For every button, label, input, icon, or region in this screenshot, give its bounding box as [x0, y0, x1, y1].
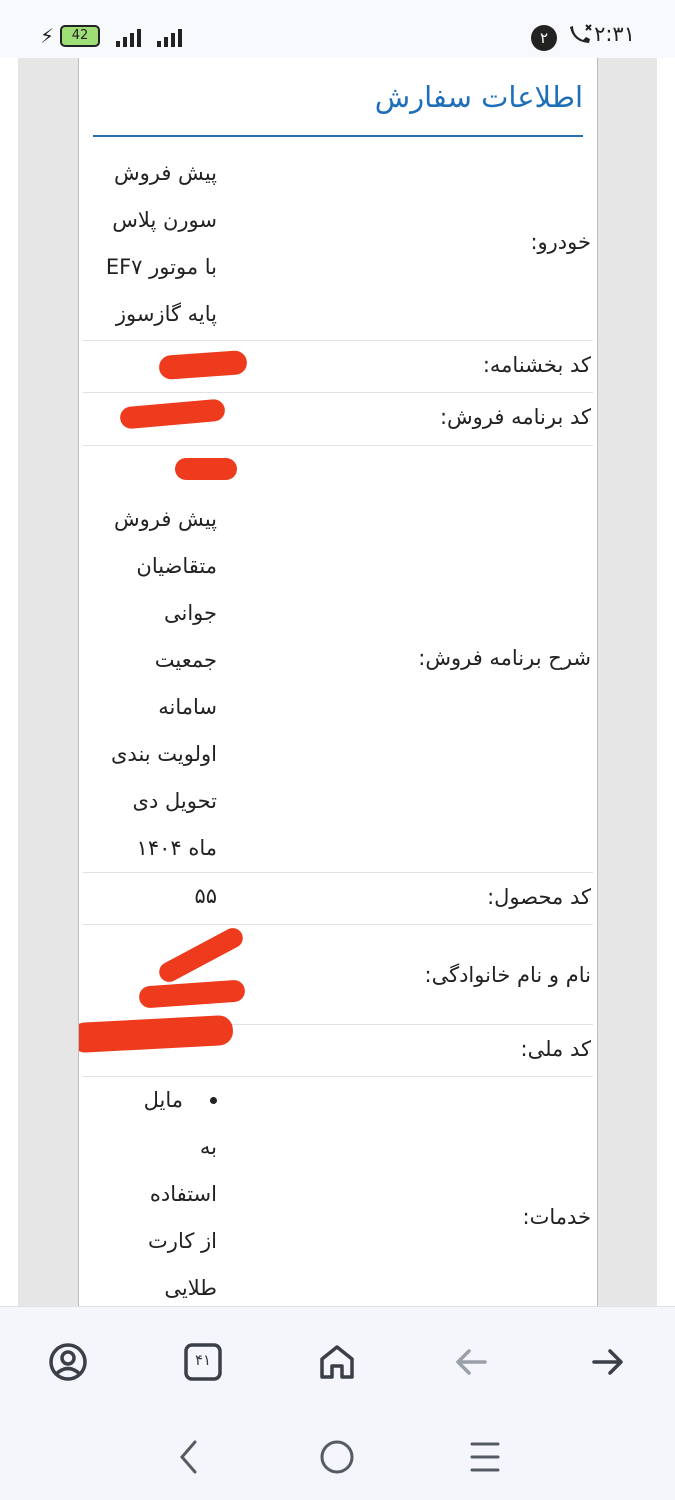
services-value: مایل به استفاده از کارت طلایی — [79, 1077, 217, 1306]
sale-program-description-value: پیش فروش متقاضیان جوانی جمعیت سامانه اول… — [110, 507, 217, 860]
profile-button[interactable] — [43, 1337, 93, 1387]
system-navigation-bar — [0, 1416, 675, 1500]
forward-arrow-icon — [592, 1349, 623, 1375]
forward-button[interactable] — [582, 1337, 632, 1387]
circle-home-icon — [320, 1440, 354, 1474]
tab-count: ۴۱ — [194, 1351, 212, 1369]
signal-icon — [116, 25, 142, 47]
redaction-mark — [158, 349, 248, 381]
status-time: ۲:۳۱ — [594, 22, 635, 46]
list-item: مایل — [79, 1077, 217, 1124]
tabs-button[interactable]: ۴۱ — [178, 1337, 228, 1387]
chevron-left-icon — [180, 1440, 197, 1474]
row-national-id: کد ملی: — [79, 1014, 593, 1077]
row-services: خدمات: مایل به استفاده از کارت طلایی — [83, 1077, 593, 1306]
redaction-mark — [119, 398, 226, 430]
redaction-mark — [175, 458, 237, 480]
product-code-label: کد محصول: — [487, 885, 591, 909]
circular-code-label: کد بخشنامه: — [482, 353, 591, 377]
home-button[interactable] — [312, 1337, 362, 1387]
redaction-mark — [155, 924, 247, 986]
services-label: خدمات: — [522, 1205, 592, 1229]
national-id-label: کد ملی: — [520, 1037, 591, 1061]
row-circular-code: کد بخشنامه: — [83, 341, 593, 393]
recents-icon — [470, 1442, 500, 1472]
car-value: پیش فروش سورن پلاس با موتور EF۷ پایه گاز… — [105, 161, 217, 326]
row-sale-program-description: شرح برنامه فروش: پیش فروش متقاضیان جوانی… — [83, 446, 593, 873]
status-bar: ۲:۳۱ ۲ ⚡ 42 — [0, 0, 675, 58]
car-label: خودرو: — [530, 230, 591, 254]
bullet-icon — [210, 1097, 217, 1104]
system-home-button[interactable] — [312, 1432, 362, 1482]
system-back-button[interactable] — [165, 1432, 215, 1482]
product-code-value: ۵۵ — [194, 884, 217, 908]
call-icon — [569, 22, 595, 49]
row-product-code: کد محصول: ۵۵ — [83, 873, 593, 925]
back-button[interactable] — [447, 1337, 497, 1387]
row-sale-program-code: کد برنامه فروش: — [83, 393, 593, 446]
full-name-label: نام و نام خانوادگی: — [424, 963, 592, 987]
row-full-name: نام و نام خانوادگی: — [83, 924, 593, 1025]
status-left-group: ⚡ 42 — [40, 24, 183, 48]
order-info-card: اطلاعات سفارش خودرو: پیش فروش سورن پلاس … — [78, 58, 598, 1306]
title-divider — [93, 135, 583, 137]
system-recents-button[interactable] — [460, 1432, 510, 1482]
page-title: اطلاعات سفارش — [374, 80, 583, 114]
notification-badge: ۲ — [531, 25, 557, 51]
profile-icon — [49, 1343, 87, 1381]
home-icon — [320, 1345, 354, 1379]
row-car: خودرو: پیش فروش سورن پلاس با موتور EF۷ پ… — [83, 150, 593, 341]
sale-program-code-label: کد برنامه فروش: — [439, 405, 591, 429]
back-arrow-icon — [456, 1349, 487, 1375]
battery-indicator: 42 — [60, 25, 101, 47]
charging-icon: ⚡ — [40, 24, 55, 48]
sale-program-description-label: شرح برنامه فروش: — [418, 646, 591, 670]
signal-icon-2 — [157, 25, 183, 47]
redaction-mark — [138, 979, 246, 1009]
browser-toolbar: ۴۱ — [0, 1306, 675, 1417]
